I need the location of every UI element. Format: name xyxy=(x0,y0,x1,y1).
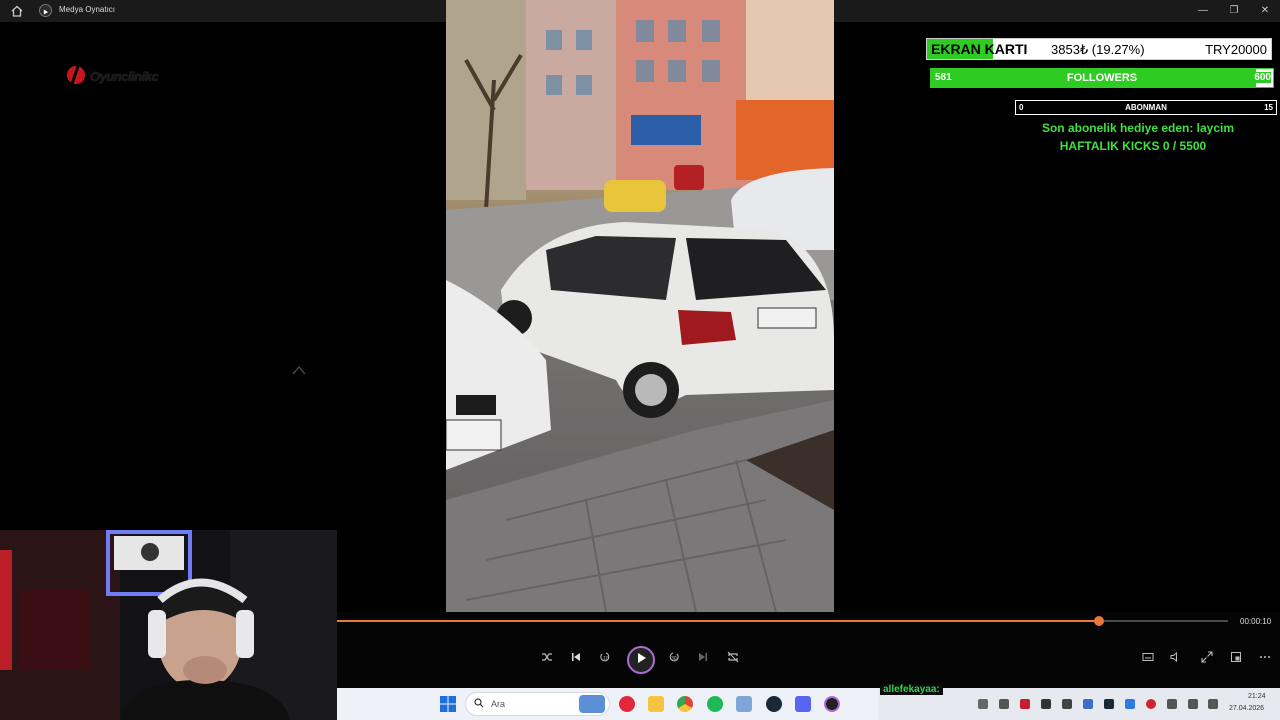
svg-text:10: 10 xyxy=(603,656,609,662)
media-player-app-icon xyxy=(39,4,52,17)
weekly-kicks-text: HAFTALIK KICKS 0 / 5500 xyxy=(1059,139,1207,153)
search-placeholder: Ara xyxy=(491,699,506,709)
subtitles-button[interactable] xyxy=(1139,651,1157,669)
discord-icon[interactable] xyxy=(795,696,811,712)
minimize-button[interactable]: — xyxy=(1188,2,1218,20)
search-icon xyxy=(474,698,484,708)
steam-icon[interactable] xyxy=(766,696,782,712)
tray-app-icon-4[interactable] xyxy=(1083,699,1093,709)
fullscreen-button[interactable] xyxy=(1198,651,1216,669)
spotify-icon[interactable] xyxy=(707,696,723,712)
player-controls xyxy=(337,612,1280,688)
more-icon xyxy=(1260,656,1270,658)
forward-30-button[interactable]: 30 xyxy=(665,651,683,669)
video-image xyxy=(446,0,834,612)
maximize-button[interactable]: ❐ xyxy=(1219,2,1249,20)
close-button[interactable]: ✕ xyxy=(1250,2,1280,20)
graphics-card-goal-bar: EKRAN KARTI 3853₺ (19.27%) TRY20000 xyxy=(926,38,1272,60)
volume-icon xyxy=(1170,651,1177,663)
svg-text:30: 30 xyxy=(671,656,677,662)
volume-tray-icon[interactable] xyxy=(1208,699,1218,709)
play-icon xyxy=(638,653,646,663)
seek-bar-thumb[interactable] xyxy=(1093,616,1104,626)
tray-app-icon-3[interactable] xyxy=(1062,699,1072,709)
network-icon[interactable] xyxy=(1188,699,1198,709)
subscription-goal-bar: 0 ABONMAN 15 xyxy=(1015,100,1277,115)
repeat-button[interactable] xyxy=(724,651,742,669)
fullscreen-icon xyxy=(1201,651,1213,663)
clock-time[interactable]: 21:24 xyxy=(1248,693,1266,700)
rewind-10-icon: 10 xyxy=(600,652,610,662)
followers-goal-label: FOLLOWERS xyxy=(1066,72,1138,84)
seek-bar-progress xyxy=(337,620,1099,622)
next-button[interactable] xyxy=(694,651,712,669)
tray-app-icon[interactable] xyxy=(1020,699,1030,709)
logo-mark-icon xyxy=(67,65,85,85)
tray-app-icon-6[interactable] xyxy=(1146,699,1156,709)
webcam-feed xyxy=(0,530,337,720)
next-icon xyxy=(699,653,707,661)
last-gift-sub-text: Son abonelik hediye eden: laycim xyxy=(1041,121,1235,135)
window-title: Medya Oynatıcı xyxy=(59,5,116,14)
graphics-card-goal-label: EKRAN KARTI xyxy=(931,41,1028,57)
forward-30-icon: 30 xyxy=(669,652,679,662)
logo-text: Oyunclinikc xyxy=(90,69,159,84)
playback-time: 00:00:10 xyxy=(1240,617,1272,626)
widgets-icon[interactable] xyxy=(579,695,605,713)
followers-goal-target: 600 xyxy=(1254,72,1271,83)
subtitles-icon xyxy=(1142,653,1154,661)
tray-app-icon-2[interactable] xyxy=(1041,699,1051,709)
microphone-icon[interactable] xyxy=(1167,699,1177,709)
followers-goal-bar: 581 FOLLOWERS 600 xyxy=(930,68,1274,88)
shuffle-icon xyxy=(542,653,552,661)
tray-audio-icon[interactable] xyxy=(999,699,1009,709)
volume-button[interactable] xyxy=(1166,651,1184,669)
channel-logo: Oyunclinikc xyxy=(66,63,206,89)
seek-bar[interactable] xyxy=(337,616,1228,626)
play-button[interactable] xyxy=(627,646,655,674)
taskbar-search[interactable]: Ara xyxy=(465,692,610,716)
video-frame[interactable] xyxy=(446,0,834,612)
tray-app-icon-5[interactable] xyxy=(1125,699,1135,709)
home-icon[interactable] xyxy=(10,4,24,18)
shuffle-button[interactable] xyxy=(538,651,556,669)
more-options-button[interactable] xyxy=(1256,651,1274,669)
tray-steam-icon[interactable] xyxy=(1104,699,1114,709)
miniplayer-icon xyxy=(1231,652,1241,662)
webcam-image xyxy=(0,530,337,720)
tray-overflow-icon[interactable] xyxy=(978,699,988,709)
media-player-taskbar-icon[interactable] xyxy=(824,696,840,712)
subscription-goal-label: ABONMAN xyxy=(1125,103,1167,112)
repeat-off-icon xyxy=(727,651,739,663)
app-icon[interactable] xyxy=(736,696,752,712)
clock-date[interactable]: 27.04.2026 xyxy=(1229,705,1264,712)
cursor-mark-icon xyxy=(292,366,306,375)
graphics-card-goal-target: TRY20000 xyxy=(1205,42,1267,57)
chat-username: allefekayaa: xyxy=(880,684,943,695)
file-explorer-icon[interactable] xyxy=(648,696,664,712)
miniplayer-button[interactable] xyxy=(1227,651,1245,669)
subscription-goal-target: 15 xyxy=(1264,103,1273,112)
rewind-10-button[interactable]: 10 xyxy=(596,651,614,669)
media-icon[interactable] xyxy=(619,696,635,712)
graphics-card-goal-value: 3853₺ (19.27%) xyxy=(1051,42,1145,57)
windows-start-icon[interactable] xyxy=(440,696,456,712)
previous-button[interactable] xyxy=(567,651,585,669)
previous-icon xyxy=(572,653,580,661)
chrome-icon[interactable] xyxy=(677,696,693,712)
